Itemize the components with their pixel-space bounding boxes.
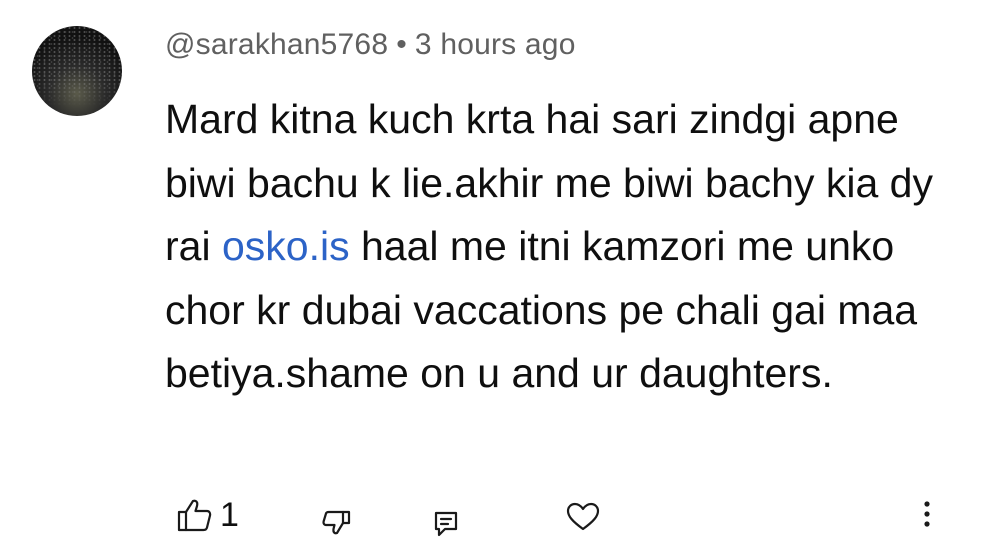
comment-text: Mard kitna kuch krta hai sari zindgi apn… [165, 88, 945, 406]
comment-actions: 1 [0, 490, 984, 540]
avatar-image [32, 26, 122, 116]
comment-header: @sarakhan5768 • 3 hours ago [165, 28, 576, 62]
more-options-button[interactable] [912, 498, 942, 532]
comment-card: @sarakhan5768 • 3 hours ago Mard kitna kuc… [0, 0, 984, 540]
like-count: 1 [220, 496, 239, 534]
heart-icon [566, 502, 600, 532]
dislike-button[interactable] [322, 510, 352, 536]
comment-link[interactable]: osko.is [222, 223, 350, 269]
avatar[interactable] [32, 26, 122, 116]
like-button[interactable]: 1 [176, 498, 239, 532]
timestamp[interactable]: 3 hours ago [415, 28, 576, 61]
reply-button[interactable] [433, 510, 459, 538]
thumbs-up-icon [176, 498, 212, 532]
thumbs-down-icon [322, 510, 352, 536]
meta-separator: • [396, 28, 407, 61]
more-icon [912, 498, 942, 532]
author-handle[interactable]: @sarakhan5768 [165, 28, 388, 61]
reply-icon [433, 510, 459, 538]
heart-button[interactable] [566, 502, 600, 532]
